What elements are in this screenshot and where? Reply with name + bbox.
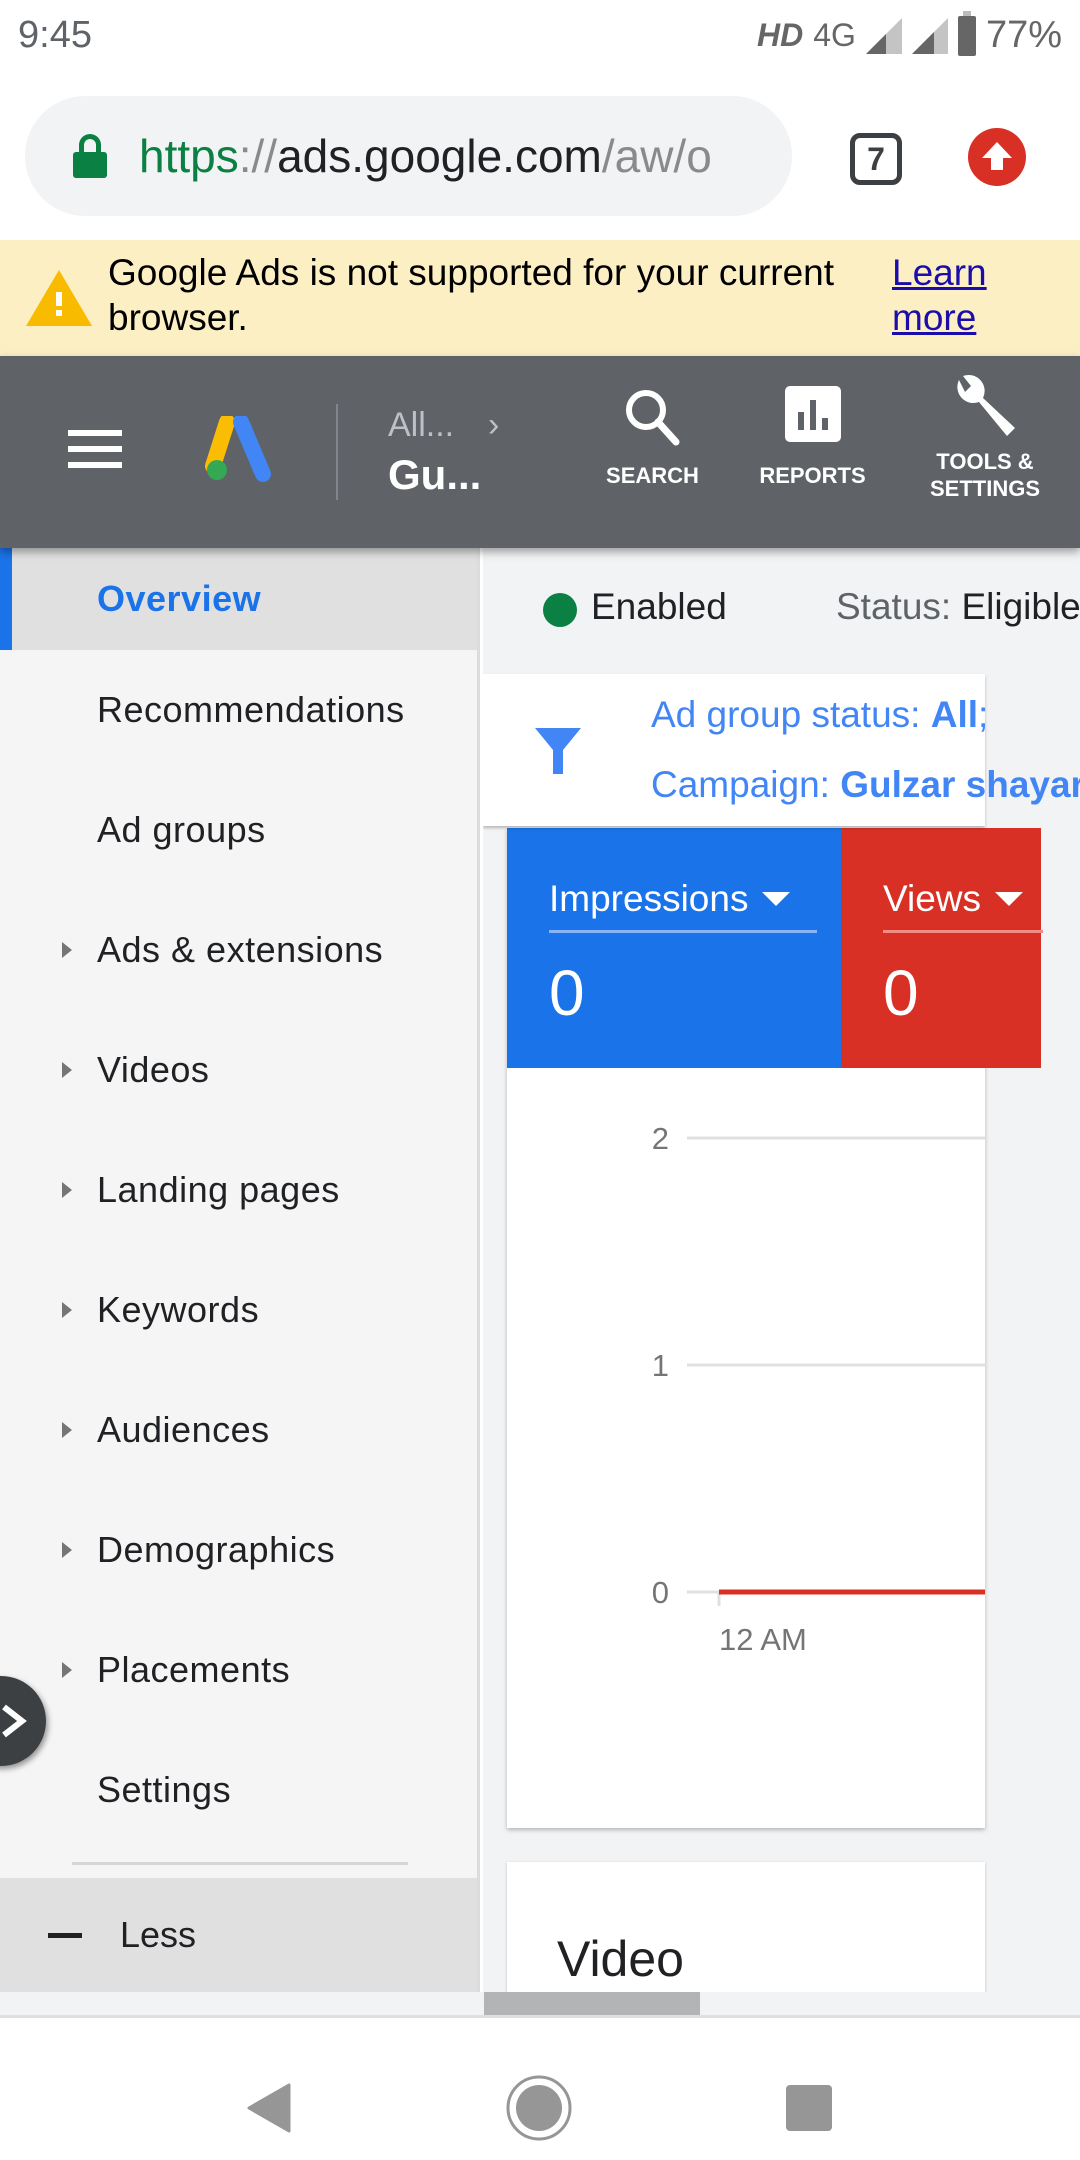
breadcrumb-campaign[interactable]: Gu... [388,451,481,499]
video-card: Video [507,1862,985,1992]
chevron-right-icon [2,1704,27,1738]
metric-underline [883,930,1043,933]
caret-right-icon [62,1182,72,1198]
recent-apps-icon[interactable] [786,2085,832,2131]
sidebar-less-button[interactable]: Less [0,1878,477,1992]
status-indicators: HD 4G 77% [757,10,1062,57]
search-button[interactable]: SEARCH [595,386,710,489]
breadcrumb-account[interactable]: All... [388,406,454,445]
metric-views-selector[interactable]: Views [883,878,1024,920]
status-time: 9:45 [18,14,92,56]
search-icon [625,390,679,446]
video-card-title: Video [557,1931,684,1987]
y-tick-label: 2 [652,1121,669,1156]
performance-line-chart: 0 1 2 12 AM [652,1121,985,1657]
eligibility-status: Status: Eligible [836,586,1080,627]
caret-right-icon [62,1422,72,1438]
reports-button[interactable]: REPORTS [750,386,875,489]
search-label: SEARCH [606,463,699,488]
minus-icon [48,1932,82,1938]
caret-right-icon [62,942,72,958]
sidebar-item-demographics[interactable]: Demographics [0,1490,477,1610]
update-icon[interactable] [968,128,1026,186]
filter-icon [535,728,581,774]
sidebar-item-recommendations[interactable]: Recommendations [0,650,477,770]
tools-label-2: SETTINGS [929,476,1040,501]
y-tick-label: 1 [652,1348,669,1383]
status-bar: 9:45 HD 4G 77% [0,0,1080,78]
enabled-status-dropdown[interactable]: Enabled [591,586,727,628]
metric-views[interactable]: Views 0 [841,828,1043,1068]
dropdown-arrow-icon [995,892,1024,906]
back-icon[interactable] [245,2083,291,2133]
warning-icon [26,270,92,326]
learn-more-link[interactable]: Learn more [892,250,1012,340]
reports-label: REPORTS [759,463,866,488]
filter-bar[interactable]: Ad group status: All; Campaign: Gulzar s… [483,674,1080,826]
hd-indicator: HD [757,17,804,53]
warning-message: Google Ads is not supported for your cur… [108,252,835,338]
horizontal-scrollbar[interactable] [484,1992,700,2015]
header-divider [336,404,338,500]
caret-right-icon [62,1662,72,1678]
sidebar-item-keywords[interactable]: Keywords [0,1250,477,1370]
android-navigation-bar [0,2019,1080,2160]
google-ads-logo [205,416,271,482]
caret-right-icon [62,1302,72,1318]
enabled-status-dot [543,593,577,627]
network-type: 4G [813,17,856,53]
sidebar-item-landing-pages[interactable]: Landing pages [0,1130,477,1250]
reports-icon [784,386,841,442]
battery-icon [957,10,976,56]
sidebar-item-ads-extensions[interactable]: Ads & extensions [0,890,477,1010]
metric-views-value: 0 [883,957,919,1029]
tab-switcher-button[interactable]: 7 [850,133,902,185]
browser-warning-banner: Google Ads is not supported for your cur… [0,240,1080,356]
sidebar-item-videos[interactable]: Videos [0,1010,477,1130]
signal-icon [865,17,902,54]
app-header: All... › Gu... SEARCH REPORTS TOOLS & SE… [0,356,1080,548]
metric-underline [549,930,817,933]
browser-toolbar: https://ads.google.com/aw/o 7 [0,78,1080,240]
sidebar: Overview Recommendations Ad groups Ads &… [0,548,480,1992]
tools-settings-button[interactable]: TOOLS & SETTINGS [915,374,1055,502]
less-label: Less [120,1914,197,1955]
metric-impressions-value: 0 [549,957,585,1029]
caret-right-icon [62,1542,72,1558]
sidebar-item-ad-groups[interactable]: Ad groups [0,770,477,890]
sidebar-item-settings[interactable]: Settings [0,1730,477,1850]
performance-chart-card: Impressions 0 Views 0 0 1 2 12 AM [507,828,1043,1828]
sidebar-item-placements[interactable]: Placements [0,1610,477,1730]
battery-percent: 77% [985,14,1062,56]
url-text[interactable]: https://ads.google.com/aw/o [139,129,712,183]
sidebar-item-audiences[interactable]: Audiences [0,1370,477,1490]
address-bar[interactable]: https://ads.google.com/aw/o [25,96,792,216]
filter-ad-group-status[interactable]: Ad group status: All; [651,694,988,736]
filter-campaign[interactable]: Campaign: Gulzar shayari [651,764,1080,806]
tools-label-1: TOOLS & [936,449,1034,474]
lock-icon [73,134,107,178]
home-icon[interactable] [505,2074,573,2142]
metric-impressions-selector[interactable]: Impressions [549,878,791,920]
dropdown-arrow-icon [762,892,791,906]
signal-icon-2 [911,17,948,54]
menu-icon[interactable] [68,430,122,468]
campaign-status-row: Enabled Status: Eligible [483,548,1080,673]
y-tick-label: 0 [652,1575,669,1610]
metric-impressions[interactable]: Impressions 0 [507,828,841,1068]
sidebar-divider [72,1862,408,1865]
wrench-icon [957,374,1015,436]
sidebar-item-overview[interactable]: Overview [0,548,477,650]
x-tick-label: 12 AM [719,1622,807,1657]
chevron-right-icon: › [488,406,500,444]
main-content: Enabled Status: Eligible Ad group status… [483,548,1080,1992]
caret-right-icon [62,1062,72,1078]
